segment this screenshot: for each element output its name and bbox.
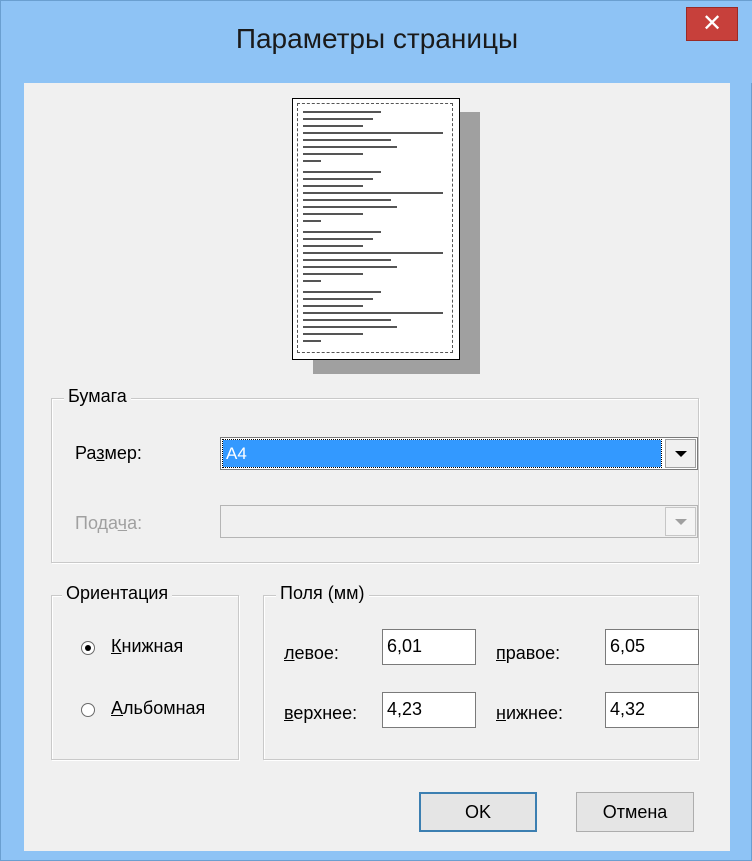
bottom-margin-label: нижнее: (496, 703, 564, 723)
preview-text-line (303, 326, 397, 328)
preview-text-line (303, 319, 391, 321)
chevron-down-icon (675, 519, 687, 525)
bottom-margin-input[interactable]: 4,32 (605, 692, 699, 728)
close-button[interactable]: ✕ (686, 7, 738, 41)
orientation-group-legend: Ориентация (62, 583, 173, 604)
cancel-button[interactable]: Отмена (576, 792, 694, 832)
preview-text-line (303, 231, 381, 233)
preview-text-line (303, 111, 381, 113)
paper-group: Бумага Размер: A4 Подача: (51, 386, 699, 563)
title-bar[interactable]: Параметры страницы ✕ (1, 1, 752, 83)
preview-text-line (303, 245, 363, 247)
size-label: Размер: (75, 443, 142, 463)
preview-text-line (303, 273, 363, 275)
ok-button[interactable]: OK (419, 792, 537, 832)
preview-text-line (303, 305, 363, 307)
preview-text-line (303, 171, 381, 173)
preview-text-line (303, 185, 363, 187)
preview-text-line (303, 340, 321, 342)
margins-group-legend: Поля (мм) (276, 583, 369, 604)
preview-text-line (303, 259, 391, 261)
left-margin-label: левое: (284, 643, 339, 663)
preview-text-line (303, 333, 363, 335)
left-margin-input[interactable]: 6,01 (382, 629, 476, 665)
source-select-dropdown-button[interactable] (665, 507, 696, 536)
preview-text-line (303, 252, 443, 254)
portrait-radio-button[interactable] (81, 641, 95, 655)
preview-text-line (303, 213, 363, 215)
preview-text-line (303, 220, 321, 222)
size-select[interactable]: A4 (220, 437, 698, 470)
preview-text-line (303, 199, 391, 201)
paper-group-legend: Бумага (64, 386, 131, 407)
preview-text-line (303, 139, 391, 141)
preview-text-line (303, 192, 443, 194)
preview-text-line (303, 118, 373, 120)
preview-text-line (303, 160, 321, 162)
orientation-group: Ориентация Книжная Альбомная (51, 583, 239, 760)
margins-group: Поля (мм) левое: 6,01 правое: 6,05 верхн… (263, 583, 699, 760)
radio-selected-dot (85, 645, 91, 651)
preview-text-line (303, 298, 373, 300)
source-label: Подача: (75, 513, 143, 533)
right-margin-input[interactable]: 6,05 (605, 629, 699, 665)
close-icon: ✕ (701, 10, 723, 37)
landscape-radio-button[interactable] (81, 703, 95, 717)
preview-text-line (303, 280, 321, 282)
size-select-dropdown-button[interactable] (665, 439, 696, 468)
preview-text-line (303, 132, 443, 134)
right-margin-label: правое: (496, 643, 561, 663)
preview-text-line (303, 178, 373, 180)
preview-text-line (303, 312, 443, 314)
landscape-label[interactable]: Альбомная (111, 698, 205, 719)
page-setup-dialog: Параметры страницы ✕ Бумага Размер: A4 П… (0, 0, 752, 861)
dialog-title: Параметры страницы (235, 23, 519, 54)
dialog-content: Бумага Размер: A4 Подача: Ориентация Кни… (24, 83, 730, 851)
preview-text-line (303, 266, 397, 268)
top-margin-input[interactable]: 4,23 (382, 692, 476, 728)
top-margin-label: верхнее: (284, 703, 358, 723)
chevron-down-icon (675, 451, 687, 457)
preview-text-line (303, 125, 363, 127)
size-select-value: A4 (222, 439, 662, 468)
preview-text-line (303, 146, 397, 148)
portrait-label[interactable]: Книжная (111, 636, 183, 657)
page-preview (292, 98, 460, 360)
preview-text-line (303, 153, 363, 155)
source-select[interactable] (220, 505, 698, 538)
preview-text-line (303, 238, 373, 240)
preview-text-line (303, 291, 381, 293)
preview-text-line (303, 206, 397, 208)
